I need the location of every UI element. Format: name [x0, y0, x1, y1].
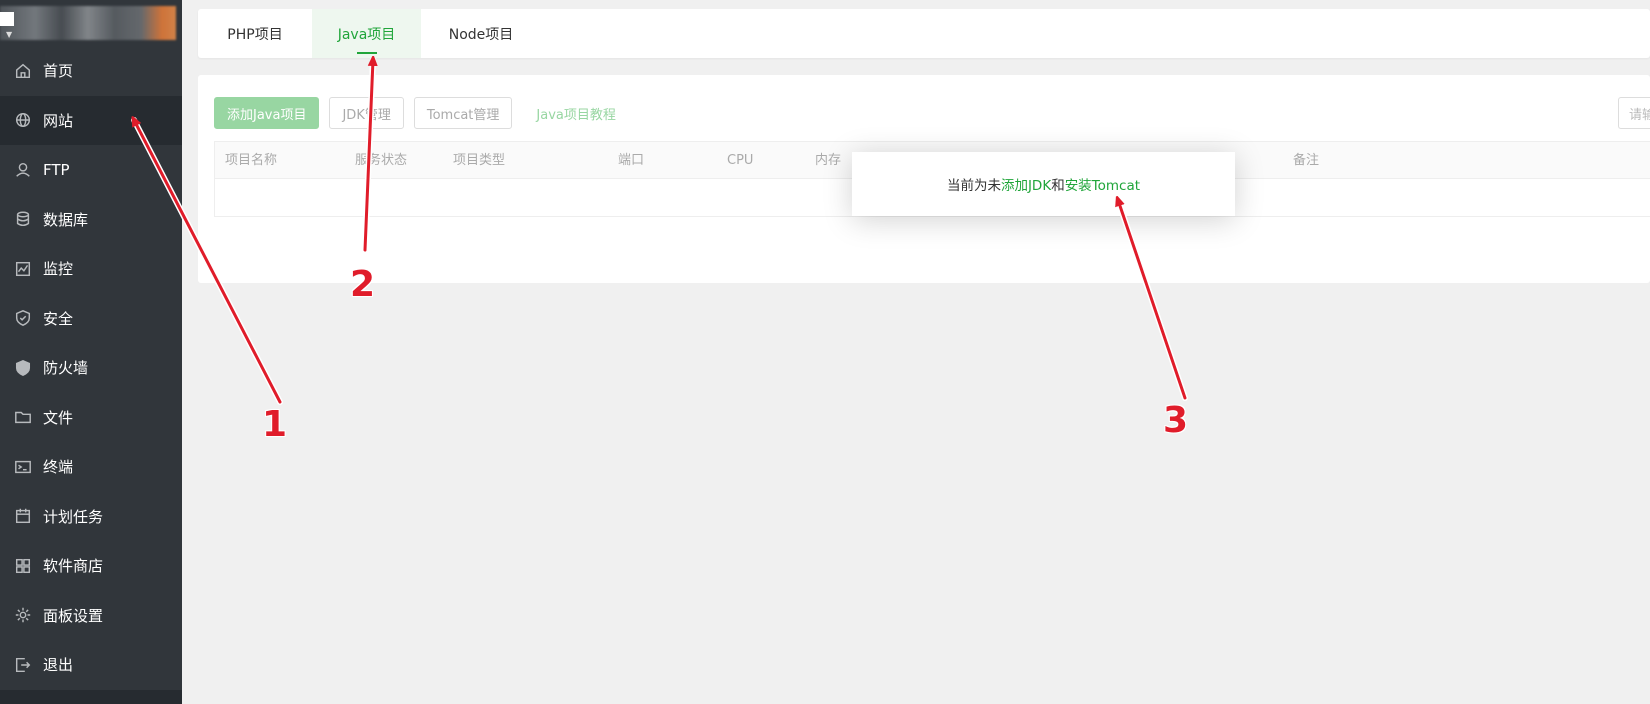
sidebar-item-store[interactable]: 软件商店	[0, 541, 182, 591]
firewall-icon	[14, 359, 32, 377]
notice-popup: 当前为未 添加JDK 和安装Tomcat	[852, 152, 1235, 216]
sidebar-item-ftp[interactable]: FTP	[0, 145, 182, 195]
java-tutorial-link[interactable]: Java项目教程	[536, 104, 615, 123]
calendar-icon	[14, 507, 32, 525]
sidebar-item-logout[interactable]: 退出	[0, 640, 182, 690]
blurred-logo	[0, 6, 176, 40]
sidebar-item-label: 网站	[43, 111, 74, 130]
tab-java[interactable]: Java项目	[312, 9, 421, 58]
sidebar-item-label: 软件商店	[43, 557, 104, 576]
logo-mark-icon	[0, 12, 14, 26]
globe-icon	[14, 111, 32, 129]
logo: ▼	[0, 0, 182, 46]
sidebar-item-label: FTP	[43, 160, 70, 179]
add-java-project-button[interactable]: 添加Java项目	[214, 97, 320, 129]
sidebar-item-settings[interactable]: 面板设置	[0, 591, 182, 641]
annotation-label-2: 2	[349, 263, 376, 306]
sidebar-item-database[interactable]: 数据库	[0, 195, 182, 245]
toolbar: 添加Java项目 JDK管理 Tomcat管理 Java项目教程	[214, 97, 616, 129]
shield-check-icon	[14, 309, 32, 327]
col-project-type: 项目类型	[453, 153, 506, 168]
col-remarks: 备注	[1293, 153, 1320, 168]
tomcat-manage-button[interactable]: Tomcat管理	[413, 97, 513, 129]
sidebar-footer	[0, 690, 182, 704]
install-tomcat-link[interactable]: 安装Tomcat	[1065, 174, 1140, 194]
sidebar-item-label: 防火墙	[43, 359, 89, 378]
add-jdk-link[interactable]: 添加JDK	[1001, 174, 1051, 194]
sidebar-item-label: 退出	[43, 656, 74, 675]
project-tabs: PHP项目 Java项目 Node项目	[198, 9, 1650, 58]
terminal-icon	[14, 458, 32, 476]
col-memory: 内存	[815, 153, 842, 168]
sidebar-item-monitor[interactable]: 监控	[0, 244, 182, 294]
sidebar-item-label: 文件	[43, 408, 74, 427]
col-service-status: 服务状态	[355, 153, 408, 168]
annotation-label-3: 3	[1162, 399, 1189, 442]
caret-down-icon: ▼	[6, 30, 13, 39]
notice-prefix: 当前为未	[946, 178, 1001, 194]
sidebar-item-label: 首页	[43, 62, 74, 81]
sidebar-item-label: 终端	[43, 458, 74, 477]
sidebar-item-label: 数据库	[43, 210, 89, 229]
sidebar-item-website[interactable]: 网站	[0, 95, 182, 145]
notice-middle: 和	[1051, 178, 1065, 194]
sidebar-item-firewall[interactable]: 防火墙	[0, 343, 182, 393]
home-icon	[14, 62, 32, 80]
folder-icon	[14, 408, 32, 426]
sidebar-item-label: 监控	[43, 260, 74, 279]
sidebar-item-label: 安全	[43, 309, 74, 328]
col-cpu: CPU	[727, 153, 754, 168]
col-port: 端口	[618, 153, 645, 168]
database-icon	[14, 210, 32, 228]
apps-icon	[14, 557, 32, 575]
monitor-icon	[14, 260, 32, 278]
sidebar-item-label: 面板设置	[43, 606, 104, 625]
sidebar: ▼ 首页 网站 FTP 数据库 监控 安全 防火墙 文件 终端 计划任务 软件商…	[0, 0, 182, 704]
tab-node[interactable]: Node项目	[421, 9, 541, 58]
ftp-icon	[14, 161, 32, 179]
sidebar-item-label: 计划任务	[43, 507, 104, 526]
sidebar-item-terminal[interactable]: 终端	[0, 442, 182, 492]
gear-icon	[14, 606, 32, 624]
sidebar-item-home[interactable]: 首页	[0, 46, 182, 96]
annotation-label-1: 1	[261, 403, 288, 446]
sidebar-nav: 首页 网站 FTP 数据库 监控 安全 防火墙 文件 终端 计划任务 软件商店 …	[0, 46, 182, 690]
tab-php[interactable]: PHP项目	[198, 9, 312, 58]
sidebar-item-files[interactable]: 文件	[0, 393, 182, 443]
col-project-name: 项目名称	[225, 153, 278, 168]
logout-icon	[14, 656, 32, 674]
sidebar-item-cron[interactable]: 计划任务	[0, 492, 182, 542]
search-input[interactable]: 请输	[1618, 97, 1650, 129]
jdk-manage-button[interactable]: JDK管理	[329, 97, 404, 129]
sidebar-item-security[interactable]: 安全	[0, 294, 182, 344]
